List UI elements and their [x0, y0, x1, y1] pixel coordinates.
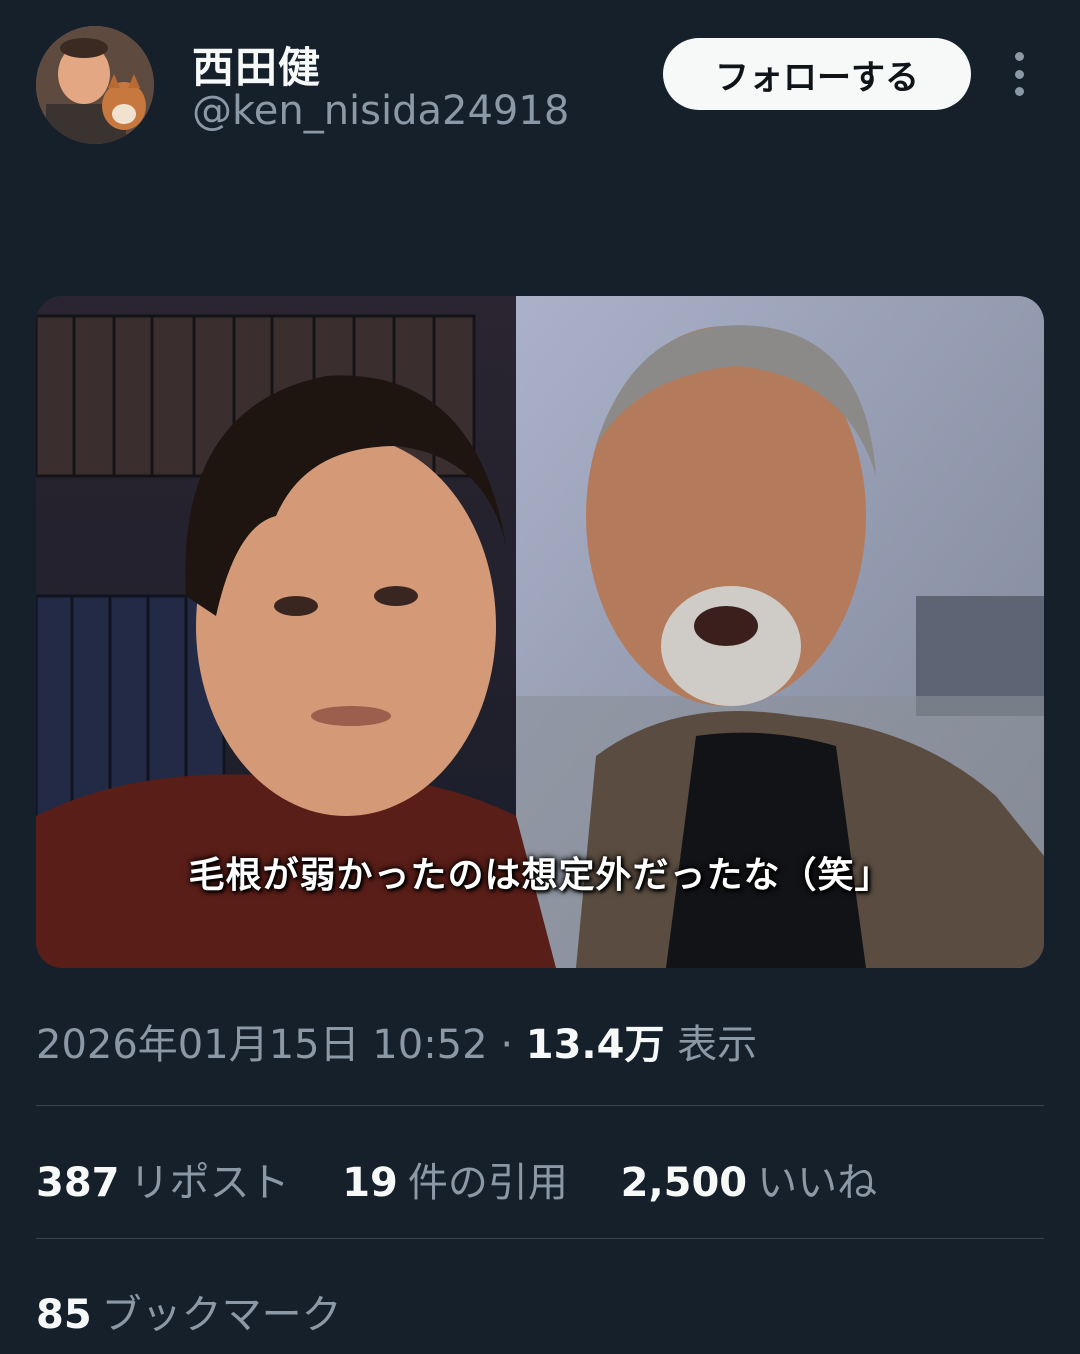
post-image[interactable]: 毛根が弱かったのは想定外だったな（笑」: [36, 296, 1044, 968]
post-timestamp[interactable]: 2026年01月15日 10:52: [36, 1022, 488, 1068]
display-name[interactable]: 西田健: [192, 34, 321, 95]
reposts-label: リポスト: [129, 1160, 290, 1206]
dot: [1014, 69, 1024, 79]
more-vertical-icon[interactable]: [1004, 52, 1034, 96]
divider: [36, 1238, 1044, 1239]
likes-stat[interactable]: 2,500 いいね: [621, 1150, 878, 1208]
views-count: 13.4万: [525, 1022, 665, 1068]
reposts-stat[interactable]: 387 リポスト: [36, 1150, 290, 1208]
engagement-stats: 387 リポスト 19 件の引用 2,500 いいね: [36, 1150, 917, 1208]
quotes-count: 19: [342, 1160, 398, 1206]
dot: [1014, 52, 1024, 61]
user-handle[interactable]: @ken_nisida24918: [192, 88, 569, 134]
bookmarks-count: 85: [36, 1292, 92, 1338]
likes-count: 2,500: [620, 1160, 748, 1206]
views-label: 表示: [677, 1022, 758, 1068]
bookmarks-stat[interactable]: 85 ブックマーク: [36, 1282, 382, 1340]
meta-separator: ·: [500, 1022, 514, 1068]
image-caption: 毛根が弱かったのは想定外だったな（笑」: [188, 854, 892, 896]
reposts-count: 387: [36, 1160, 120, 1206]
divider: [36, 1105, 1044, 1106]
post-meta: 2026年01月15日 10:52 · 13.4万 表示: [36, 1012, 757, 1070]
likes-label: いいね: [757, 1160, 878, 1206]
avatar[interactable]: [36, 26, 154, 144]
bookmarks-label: ブックマーク: [101, 1292, 342, 1338]
quotes-stat[interactable]: 19 件の引用: [342, 1150, 568, 1208]
follow-button[interactable]: フォローする: [663, 38, 971, 110]
dot: [1014, 87, 1024, 96]
quotes-label: 件の引用: [407, 1160, 568, 1206]
post-header: 西田健 @ken_nisida24918 フォローする: [0, 0, 1080, 170]
